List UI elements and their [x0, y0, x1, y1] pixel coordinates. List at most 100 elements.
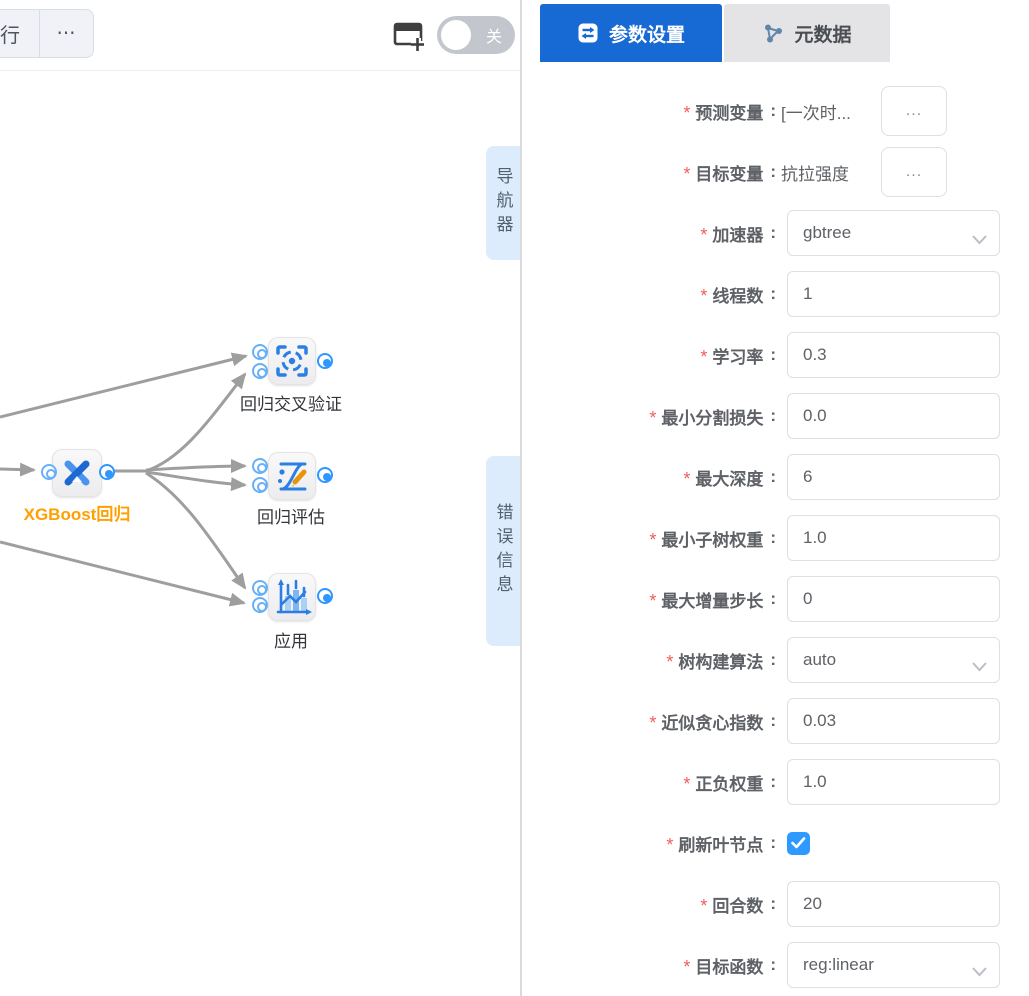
- tab-metadata[interactable]: 元数据: [724, 4, 890, 62]
- parameter-form: *预测变量:[一次时......*目标变量:抗拉强度...*加速器:gbtree…: [522, 88, 1029, 996]
- port-in2-cv[interactable]: [252, 363, 268, 379]
- chevron-down-icon: [972, 230, 987, 250]
- port-out-cv[interactable]: [317, 353, 333, 369]
- toggle-knob: [441, 20, 471, 50]
- label-colon: :: [770, 650, 776, 670]
- param-value-0: [一次时...: [781, 99, 881, 124]
- node-apply[interactable]: [268, 573, 316, 621]
- param-select-2[interactable]: gbtree: [787, 210, 1000, 256]
- required-asterisk: *: [700, 896, 707, 917]
- param-row-0: *预测变量:[一次时......: [522, 88, 1029, 134]
- tab-metadata-label: 元数据: [794, 20, 851, 47]
- node-xgboost-regression[interactable]: [52, 449, 102, 497]
- node-label-eval: 回归评估: [206, 503, 376, 528]
- run-button[interactable]: 行: [0, 10, 39, 57]
- field-label-12: *刷新叶节点:: [522, 831, 776, 856]
- select-value-2: gbtree: [803, 223, 851, 243]
- param-input-7[interactable]: [787, 515, 1000, 561]
- field-label-2: *加速器:: [522, 221, 776, 246]
- port-in-xgboost[interactable]: [41, 464, 57, 480]
- param-row-11: *正负权重:: [522, 759, 1029, 805]
- navigator-side-tab[interactable]: 导航器: [486, 146, 520, 260]
- param-select-9[interactable]: auto: [787, 637, 1000, 683]
- new-window-icon[interactable]: [391, 18, 427, 54]
- label-colon: :: [770, 345, 776, 365]
- parameter-panel: 参数设置 元数据 *预测变量:[一次时......*目标变量:抗拉强度...*加…: [522, 0, 1029, 996]
- param-input-8[interactable]: [787, 576, 1000, 622]
- param-row-3: *线程数:: [522, 271, 1029, 317]
- param-input-11[interactable]: [787, 759, 1000, 805]
- label-colon: :: [770, 284, 776, 304]
- param-row-14: *目标函数: reg:linear: [522, 942, 1029, 988]
- node-label-xgboost: XGBoost回归: [0, 500, 162, 525]
- port-out-xgboost[interactable]: [99, 464, 115, 480]
- chevron-down-icon: [972, 962, 987, 982]
- param-input-6[interactable]: [787, 454, 1000, 500]
- label-colon: :: [770, 772, 776, 792]
- required-asterisk: *: [666, 835, 673, 856]
- parameters-icon: [577, 22, 599, 44]
- node-regression-evaluation[interactable]: [268, 452, 316, 500]
- param-input-5[interactable]: [787, 393, 1000, 439]
- param-input-4[interactable]: [787, 332, 1000, 378]
- field-label-4: *学习率:: [522, 343, 776, 368]
- param-row-1: *目标变量:抗拉强度...: [522, 149, 1029, 195]
- field-label-13: *回合数:: [522, 892, 776, 917]
- param-checkbox-12[interactable]: [787, 832, 810, 855]
- required-asterisk: *: [649, 591, 656, 612]
- field-label-5: *最小分割损失:: [522, 404, 776, 429]
- required-asterisk: *: [700, 225, 707, 246]
- port-in2-eval[interactable]: [252, 477, 268, 493]
- field-label-14: *目标函数:: [522, 953, 776, 978]
- ellipsis-picker-button-1[interactable]: ...: [881, 147, 947, 197]
- param-input-3[interactable]: [787, 271, 1000, 317]
- error-info-side-tab[interactable]: 错误信息: [486, 456, 520, 646]
- label-colon: :: [770, 955, 776, 975]
- required-asterisk: *: [649, 408, 656, 429]
- workflow-canvas[interactable]: XGBoost回归 回归交叉验证: [0, 0, 520, 996]
- label-colon: :: [770, 406, 776, 426]
- required-asterisk: *: [700, 286, 707, 307]
- app-window: XGBoost回归 回归交叉验证: [0, 0, 1029, 996]
- ellipsis-picker-button-0[interactable]: ...: [881, 86, 947, 136]
- param-row-8: *最大增量步长:: [522, 576, 1029, 622]
- param-select-14[interactable]: reg:linear: [787, 942, 1000, 988]
- tab-parameter-settings[interactable]: 参数设置: [540, 4, 722, 62]
- field-label-11: *正负权重:: [522, 770, 776, 795]
- param-row-7: *最小子树权重:: [522, 515, 1029, 561]
- label-colon: :: [770, 528, 776, 548]
- toggle-label: 关: [486, 23, 502, 47]
- param-input-10[interactable]: [787, 698, 1000, 744]
- port-in1-eval[interactable]: [252, 458, 268, 474]
- port-out-eval[interactable]: [317, 467, 333, 483]
- toolbar-button-group: 行 ⋯: [0, 9, 94, 58]
- more-actions-button[interactable]: ⋯: [39, 10, 93, 57]
- label-colon: :: [770, 223, 776, 243]
- node-label-apply: 应用: [206, 627, 376, 652]
- label-colon: :: [770, 711, 776, 731]
- label-colon: :: [770, 589, 776, 609]
- field-label-3: *线程数:: [522, 282, 776, 307]
- xgboost-icon: [52, 449, 102, 497]
- select-value-14: reg:linear: [803, 955, 874, 975]
- node-regression-cross-validation[interactable]: [268, 337, 316, 385]
- param-row-12: *刷新叶节点:: [522, 820, 1029, 866]
- port-in1-apply[interactable]: [252, 580, 268, 596]
- label-colon: :: [770, 833, 776, 853]
- field-label-6: *最大深度:: [522, 465, 776, 490]
- port-out-apply[interactable]: [317, 588, 333, 604]
- label-colon: :: [770, 894, 776, 914]
- field-label-10: *近似贪心指数:: [522, 709, 776, 734]
- param-value-1: 抗拉强度: [781, 160, 881, 185]
- field-label-0: *预测变量:: [522, 99, 776, 124]
- param-row-9: *树构建算法:auto: [522, 637, 1029, 683]
- toggle-switch-off[interactable]: 关: [437, 16, 515, 54]
- param-row-10: *近似贪心指数:: [522, 698, 1029, 744]
- required-asterisk: *: [683, 774, 690, 795]
- apply-icon: [268, 573, 316, 621]
- port-in2-apply[interactable]: [252, 597, 268, 613]
- metadata-icon: [762, 22, 784, 44]
- port-in1-cv[interactable]: [252, 344, 268, 360]
- param-input-13[interactable]: [787, 881, 1000, 927]
- node-label-cv: 回归交叉验证: [206, 390, 376, 415]
